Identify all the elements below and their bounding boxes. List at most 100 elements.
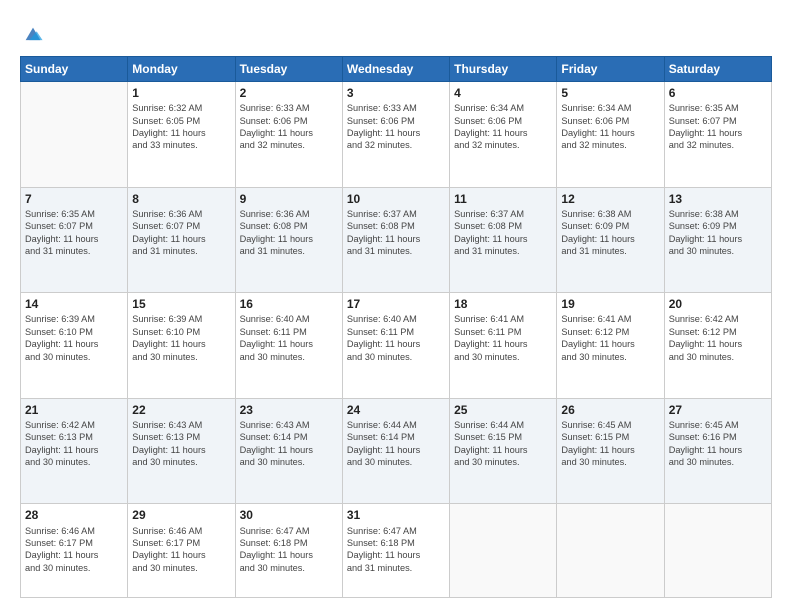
day-info: Sunrise: 6:34 AM Sunset: 6:06 PM Dayligh… (561, 102, 659, 152)
day-number: 12 (561, 191, 659, 207)
day-info: Sunrise: 6:32 AM Sunset: 6:05 PM Dayligh… (132, 102, 230, 152)
day-number: 22 (132, 402, 230, 418)
day-info: Sunrise: 6:33 AM Sunset: 6:06 PM Dayligh… (240, 102, 338, 152)
table-cell: 4Sunrise: 6:34 AM Sunset: 6:06 PM Daylig… (450, 82, 557, 188)
table-cell: 9Sunrise: 6:36 AM Sunset: 6:08 PM Daylig… (235, 187, 342, 293)
table-cell: 28 Sunrise: 6:46 AM Sunset: 6:17 PM Dayli… (21, 504, 128, 598)
day-info: Sunrise: 6:44 AM Sunset: 6:14 PM Dayligh… (347, 419, 445, 469)
day-info: Sunrise: 6:38 AM Sunset: 6:09 PM Dayligh… (561, 208, 659, 258)
day-info: Sunrise: 6:42 AM Sunset: 6:13 PM Dayligh… (25, 419, 123, 469)
day-number: 8 (132, 191, 230, 207)
day-number: 18 (454, 296, 552, 312)
logo (20, 22, 44, 46)
logo-icon (22, 24, 44, 46)
day-number: 5 (561, 85, 659, 101)
table-cell: 17Sunrise: 6:40 AM Sunset: 6:11 PM Dayli… (342, 293, 449, 399)
table-cell: 7Sunrise: 6:35 AM Sunset: 6:07 PM Daylig… (21, 187, 128, 293)
day-number: 11 (454, 191, 552, 207)
day-info: Sunrise: 6:46 AM Sunset: 6:17 PM Dayligh… (25, 525, 123, 575)
table-cell: 14Sunrise: 6:39 AM Sunset: 6:10 PM Dayli… (21, 293, 128, 399)
col-tuesday: Tuesday (235, 57, 342, 82)
table-cell (450, 504, 557, 598)
col-monday: Monday (128, 57, 235, 82)
day-number: 30 (240, 507, 338, 523)
day-number: 28 (25, 507, 123, 523)
day-number: 9 (240, 191, 338, 207)
table-cell: 30 Sunrise: 6:47 AM Sunset: 6:18 PM Dayli… (235, 504, 342, 598)
table-cell: 24Sunrise: 6:44 AM Sunset: 6:14 PM Dayli… (342, 398, 449, 504)
table-cell: 19Sunrise: 6:41 AM Sunset: 6:12 PM Dayli… (557, 293, 664, 399)
col-sunday: Sunday (21, 57, 128, 82)
day-info: Sunrise: 6:41 AM Sunset: 6:11 PM Dayligh… (454, 313, 552, 363)
day-info: Sunrise: 6:45 AM Sunset: 6:15 PM Dayligh… (561, 419, 659, 469)
day-number: 7 (25, 191, 123, 207)
day-info: Sunrise: 6:36 AM Sunset: 6:08 PM Dayligh… (240, 208, 338, 258)
col-saturday: Saturday (664, 57, 771, 82)
day-number: 3 (347, 85, 445, 101)
table-cell: 27Sunrise: 6:45 AM Sunset: 6:16 PM Dayli… (664, 398, 771, 504)
day-number: 4 (454, 85, 552, 101)
day-info: Sunrise: 6:35 AM Sunset: 6:07 PM Dayligh… (25, 208, 123, 258)
table-cell: 1Sunrise: 6:32 AM Sunset: 6:05 PM Daylig… (128, 82, 235, 188)
day-info: Sunrise: 6:35 AM Sunset: 6:07 PM Dayligh… (669, 102, 767, 152)
day-info: Sunrise: 6:44 AM Sunset: 6:15 PM Dayligh… (454, 419, 552, 469)
day-number: 29 (132, 507, 230, 523)
day-number: 16 (240, 296, 338, 312)
day-info: Sunrise: 6:38 AM Sunset: 6:09 PM Dayligh… (669, 208, 767, 258)
day-info: Sunrise: 6:36 AM Sunset: 6:07 PM Dayligh… (132, 208, 230, 258)
table-row: 28 Sunrise: 6:46 AM Sunset: 6:17 PM Dayli… (21, 504, 772, 598)
table-cell: 2Sunrise: 6:33 AM Sunset: 6:06 PM Daylig… (235, 82, 342, 188)
day-number: 13 (669, 191, 767, 207)
table-cell: 18Sunrise: 6:41 AM Sunset: 6:11 PM Dayli… (450, 293, 557, 399)
day-info: Sunrise: 6:46 AM Sunset: 6:17 PM Dayligh… (132, 525, 230, 575)
table-row: 7Sunrise: 6:35 AM Sunset: 6:07 PM Daylig… (21, 187, 772, 293)
day-info: Sunrise: 6:37 AM Sunset: 6:08 PM Dayligh… (454, 208, 552, 258)
day-number: 23 (240, 402, 338, 418)
day-number: 20 (669, 296, 767, 312)
table-cell: 23Sunrise: 6:43 AM Sunset: 6:14 PM Dayli… (235, 398, 342, 504)
table-cell: 3Sunrise: 6:33 AM Sunset: 6:06 PM Daylig… (342, 82, 449, 188)
table-cell (21, 82, 128, 188)
table-cell: 5Sunrise: 6:34 AM Sunset: 6:06 PM Daylig… (557, 82, 664, 188)
day-number: 2 (240, 85, 338, 101)
table-cell: 21Sunrise: 6:42 AM Sunset: 6:13 PM Dayli… (21, 398, 128, 504)
table-row: 14Sunrise: 6:39 AM Sunset: 6:10 PM Dayli… (21, 293, 772, 399)
day-number: 6 (669, 85, 767, 101)
calendar-table: Sunday Monday Tuesday Wednesday Thursday… (20, 56, 772, 598)
table-cell: 6Sunrise: 6:35 AM Sunset: 6:07 PM Daylig… (664, 82, 771, 188)
day-info: Sunrise: 6:42 AM Sunset: 6:12 PM Dayligh… (669, 313, 767, 363)
col-wednesday: Wednesday (342, 57, 449, 82)
table-cell: 13Sunrise: 6:38 AM Sunset: 6:09 PM Dayli… (664, 187, 771, 293)
day-info: Sunrise: 6:41 AM Sunset: 6:12 PM Dayligh… (561, 313, 659, 363)
table-cell: 11Sunrise: 6:37 AM Sunset: 6:08 PM Dayli… (450, 187, 557, 293)
col-thursday: Thursday (450, 57, 557, 82)
day-info: Sunrise: 6:40 AM Sunset: 6:11 PM Dayligh… (347, 313, 445, 363)
day-number: 15 (132, 296, 230, 312)
table-cell: 29 Sunrise: 6:46 AM Sunset: 6:17 PM Dayli… (128, 504, 235, 598)
header-row: Sunday Monday Tuesday Wednesday Thursday… (21, 57, 772, 82)
header (20, 18, 772, 46)
day-info: Sunrise: 6:43 AM Sunset: 6:13 PM Dayligh… (132, 419, 230, 469)
day-info: Sunrise: 6:47 AM Sunset: 6:18 PM Dayligh… (240, 525, 338, 575)
table-cell: 25Sunrise: 6:44 AM Sunset: 6:15 PM Dayli… (450, 398, 557, 504)
table-row: 21Sunrise: 6:42 AM Sunset: 6:13 PM Dayli… (21, 398, 772, 504)
day-info: Sunrise: 6:37 AM Sunset: 6:08 PM Dayligh… (347, 208, 445, 258)
day-info: Sunrise: 6:47 AM Sunset: 6:18 PM Dayligh… (347, 525, 445, 575)
table-cell: 31 Sunrise: 6:47 AM Sunset: 6:18 PM Dayli… (342, 504, 449, 598)
day-info: Sunrise: 6:45 AM Sunset: 6:16 PM Dayligh… (669, 419, 767, 469)
day-number: 19 (561, 296, 659, 312)
day-info: Sunrise: 6:33 AM Sunset: 6:06 PM Dayligh… (347, 102, 445, 152)
day-info: Sunrise: 6:40 AM Sunset: 6:11 PM Dayligh… (240, 313, 338, 363)
day-number: 26 (561, 402, 659, 418)
col-friday: Friday (557, 57, 664, 82)
table-cell: 16Sunrise: 6:40 AM Sunset: 6:11 PM Dayli… (235, 293, 342, 399)
day-number: 31 (347, 507, 445, 523)
day-number: 14 (25, 296, 123, 312)
day-number: 10 (347, 191, 445, 207)
table-cell: 10Sunrise: 6:37 AM Sunset: 6:08 PM Dayli… (342, 187, 449, 293)
table-cell: 8Sunrise: 6:36 AM Sunset: 6:07 PM Daylig… (128, 187, 235, 293)
table-cell: 26Sunrise: 6:45 AM Sunset: 6:15 PM Dayli… (557, 398, 664, 504)
day-info: Sunrise: 6:43 AM Sunset: 6:14 PM Dayligh… (240, 419, 338, 469)
table-cell: 15Sunrise: 6:39 AM Sunset: 6:10 PM Dayli… (128, 293, 235, 399)
day-number: 1 (132, 85, 230, 101)
